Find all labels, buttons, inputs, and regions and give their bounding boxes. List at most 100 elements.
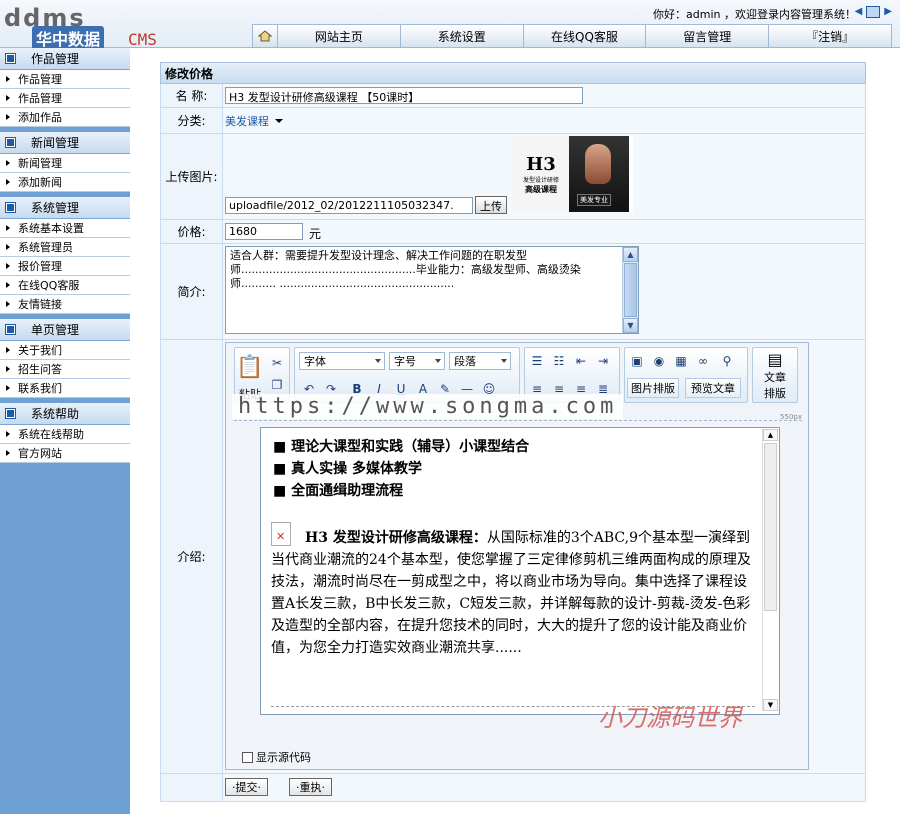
sidebar-item[interactable]: 添加新闻 xyxy=(0,173,130,192)
arrow-icon xyxy=(6,282,10,288)
sidebar-item[interactable]: 添加作品 xyxy=(0,108,130,127)
checkbox[interactable] xyxy=(242,751,253,763)
sidebar-group-title[interactable]: 作品管理 xyxy=(0,48,130,70)
prev-arrow-icon[interactable]: ◀ xyxy=(855,6,863,18)
sidebar-item[interactable]: 作品管理 xyxy=(0,70,130,89)
sidebar-item[interactable]: 系统在线帮助 xyxy=(0,425,130,444)
arrow-icon xyxy=(6,301,10,307)
scroll-down-icon[interactable]: ▼ xyxy=(623,318,638,333)
image-icon[interactable]: ▣ xyxy=(627,352,647,370)
indent-icon[interactable]: ⇥ xyxy=(593,352,613,370)
sidebar-item[interactable]: 系统基本设置 xyxy=(0,219,130,238)
category-select[interactable]: 美发课程 xyxy=(225,112,283,130)
arrow-icon xyxy=(6,450,10,456)
price-input[interactable]: 1680 xyxy=(225,223,303,240)
sidebar-item[interactable]: 新闻管理 xyxy=(0,154,130,173)
name-input[interactable]: H3 发型设计研修高级课程 【50课时】 xyxy=(225,87,583,104)
intro-label: 简介: xyxy=(161,244,223,339)
upload-path-input[interactable]: uploadfile/2012_02/2012211105032347. xyxy=(225,197,473,214)
sidebar-item[interactable]: 联系我们 xyxy=(0,379,130,398)
outdent-icon[interactable]: ⇤ xyxy=(571,352,591,370)
arrow-icon xyxy=(6,95,10,101)
category-label: 分类: xyxy=(161,108,223,133)
sidebar-group-title[interactable]: 单页管理 xyxy=(0,319,130,341)
dropdown-arrow-icon xyxy=(375,359,381,363)
detail-label: 介绍: xyxy=(161,340,223,773)
arrow-icon xyxy=(6,244,10,250)
editor-content[interactable]: ■ 理论大课型和实践（辅导）小课型结合 ■ 真人实操 多媒体教学 ■ 全面通缉助… xyxy=(260,427,780,715)
arrow-icon xyxy=(6,76,10,82)
table-icon[interactable]: ▦ xyxy=(671,352,691,370)
image-layout-button[interactable]: 图片排版 xyxy=(627,378,679,398)
scroll-thumb[interactable] xyxy=(624,263,637,317)
nav-system-settings[interactable]: 系统设置 xyxy=(400,24,524,47)
preview-button[interactable]: 预览文章 xyxy=(685,378,741,398)
link-icon[interactable]: ∞ xyxy=(693,352,713,370)
nav-qq-service[interactable]: 在线QQ客服 xyxy=(523,24,647,47)
square-icon xyxy=(5,324,16,335)
broken-image-icon xyxy=(271,522,291,548)
thumbnail-image: H3 发型设计研修 高级课程 美发专业 xyxy=(513,136,633,212)
show-source-toggle[interactable]: 显示源代码 xyxy=(242,749,311,765)
thumb-tag: 美发专业 xyxy=(577,194,611,206)
nav-site-home[interactable]: 网站主页 xyxy=(278,24,401,47)
arrow-icon xyxy=(6,385,10,391)
paste-icon[interactable]: 📋 xyxy=(236,352,263,382)
arrow-icon xyxy=(6,347,10,353)
home-icon[interactable] xyxy=(252,24,278,47)
editor-scrollbar[interactable]: ▲ ▼ xyxy=(762,429,778,711)
scroll-thumb[interactable] xyxy=(764,443,777,611)
sidebar-group-help: 系统帮助 系统在线帮助 官方网站 xyxy=(0,403,130,463)
sidebar-item[interactable]: 招生问答 xyxy=(0,360,130,379)
arrow-icon xyxy=(6,114,10,120)
paragraph-select[interactable]: 段落 xyxy=(449,352,511,370)
ordered-list-icon[interactable]: ☰ xyxy=(527,352,547,370)
size-select[interactable]: 字号 xyxy=(389,352,445,370)
sidebar-group-title[interactable]: 系统管理 xyxy=(0,197,130,219)
flash-icon[interactable]: ⚲ xyxy=(717,352,737,370)
media-icon[interactable]: ◉ xyxy=(649,352,669,370)
price-unit: 元 xyxy=(309,227,322,241)
next-arrow-icon[interactable]: ▶ xyxy=(884,6,892,18)
article-layout-button[interactable]: ▤ 文章 排版 xyxy=(752,347,798,403)
unordered-list-icon[interactable]: ☷ xyxy=(549,352,569,370)
copy-icon[interactable]: ❐ xyxy=(267,376,287,394)
sidebar-item[interactable]: 报价管理 xyxy=(0,257,130,276)
intro-textarea[interactable]: 适合人群：需要提升发型设计理念、解决工作问题的在职发型师............… xyxy=(225,246,639,334)
welcome-text: 你好：admin ，欢迎登录内容管理系统！ xyxy=(653,8,856,21)
top-nav: 网站主页 系统设置 在线QQ客服 留言管理 『注销』 xyxy=(252,24,892,47)
sidebar-item[interactable]: 在线QQ客服 xyxy=(0,276,130,295)
sidebar-group-title[interactable]: 新闻管理 xyxy=(0,132,130,154)
nav-messages[interactable]: 留言管理 xyxy=(646,24,770,47)
bullet-line: ■ 真人实操 多媒体教学 xyxy=(273,461,422,477)
sidebar-item[interactable]: 官方网站 xyxy=(0,444,130,463)
name-label: 名 称: xyxy=(161,84,223,107)
nav-logout[interactable]: 『注销』 xyxy=(769,24,892,47)
scroll-down-icon[interactable]: ▼ xyxy=(763,699,778,711)
sidebar-group-title[interactable]: 系统帮助 xyxy=(0,403,130,425)
sidebar-item[interactable]: 作品管理 xyxy=(0,89,130,108)
intro-scrollbar[interactable]: ▲ ▼ xyxy=(622,247,638,333)
logo: ddms 华中数据 CMS xyxy=(4,4,174,50)
arrow-icon xyxy=(6,431,10,437)
scroll-up-icon[interactable]: ▲ xyxy=(623,247,638,262)
upload-button[interactable]: 上传 xyxy=(475,196,507,214)
submit-button[interactable]: ·提交· xyxy=(225,778,268,796)
header: ddms 华中数据 CMS 你好：admin ，欢迎登录内容管理系统！ ◀ ▶ … xyxy=(0,0,900,50)
logo-text: 华中数据 xyxy=(32,26,105,50)
font-select[interactable]: 字体 xyxy=(299,352,385,370)
cut-icon[interactable]: ✂ xyxy=(267,354,287,372)
thumb-sub2: 高级课程 xyxy=(525,184,557,194)
row-price: 价格: 1680 元 xyxy=(160,220,866,244)
sidebar-item[interactable]: 友情链接 xyxy=(0,295,130,314)
sidebar-group-system: 系统管理 系统基本设置 系统管理员 报价管理 在线QQ客服 友情链接 xyxy=(0,197,130,314)
sidebar-item[interactable]: 系统管理员 xyxy=(0,238,130,257)
arrow-icon xyxy=(6,366,10,372)
form-title: 修改价格 xyxy=(160,62,866,84)
scroll-up-icon[interactable]: ▲ xyxy=(763,429,778,441)
menu-icon[interactable] xyxy=(866,6,881,18)
url-watermark: https://www.songma.com xyxy=(232,394,624,419)
reset-button[interactable]: ·重执· xyxy=(289,778,332,796)
dropdown-arrow-icon xyxy=(275,119,283,123)
sidebar-item[interactable]: 关于我们 xyxy=(0,341,130,360)
